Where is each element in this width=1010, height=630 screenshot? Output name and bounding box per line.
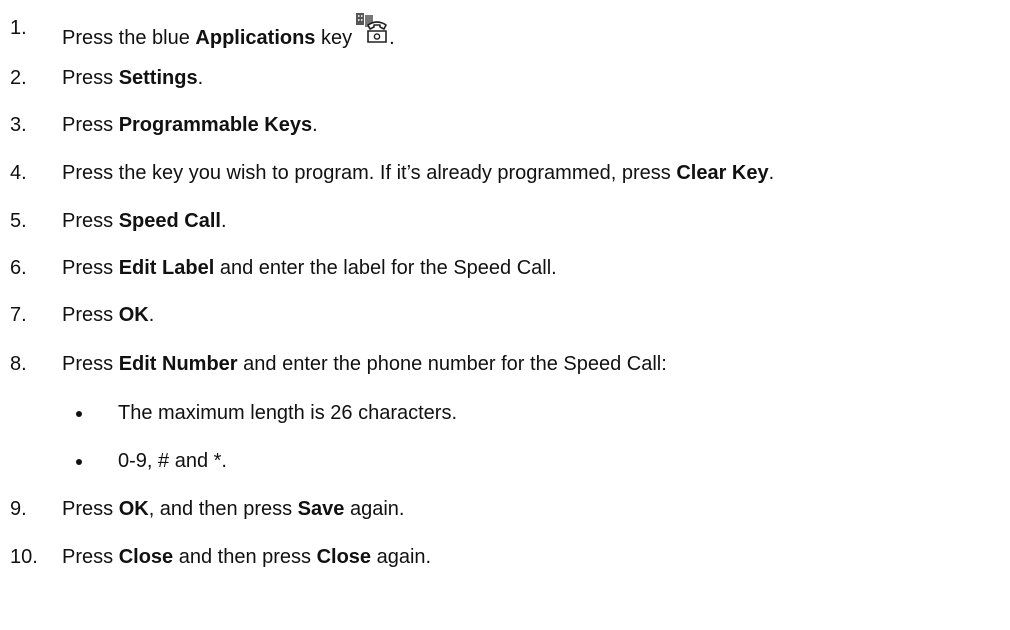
step-number: 5.	[10, 210, 27, 232]
bullet-text: The maximum length is 26 characters.	[118, 402, 458, 424]
step-number: 2.	[10, 67, 27, 89]
step-text: Press the key you wish to program. If it…	[62, 162, 775, 184]
step-number: 9.	[10, 498, 27, 520]
step-text: Press Close and then press Close again.	[62, 546, 432, 568]
bullet-point	[76, 411, 82, 417]
step-number: 1.	[10, 17, 27, 39]
bullet-point	[76, 459, 82, 465]
step-text: Press Edit Number and enter the phone nu…	[62, 353, 667, 375]
step-text: Press OK, and then press Save again.	[62, 498, 405, 520]
step-text: Press OK.	[62, 304, 155, 326]
step-number: 4.	[10, 162, 27, 184]
instructions-page: 1. Press the blue Applications key. 2. P…	[0, 0, 1010, 630]
step-number: 10.	[10, 546, 38, 568]
step-text: Press the blue Applications key.	[62, 13, 395, 50]
step-text: Press Settings.	[62, 67, 204, 89]
step-number: 8.	[10, 353, 27, 375]
step-number: 6.	[10, 257, 27, 279]
applications-key-phone-icon	[355, 12, 389, 44]
step-number: 7.	[10, 304, 27, 326]
step-text: Press Programmable Keys.	[62, 114, 318, 136]
step-number: 3.	[10, 114, 27, 136]
bullet-text: 0-9, # and *.	[118, 450, 227, 472]
step-text: Press Speed Call.	[62, 210, 227, 232]
applications-key-label: Applications	[195, 27, 316, 49]
step-text: Press Edit Label and enter the label for…	[62, 257, 557, 279]
